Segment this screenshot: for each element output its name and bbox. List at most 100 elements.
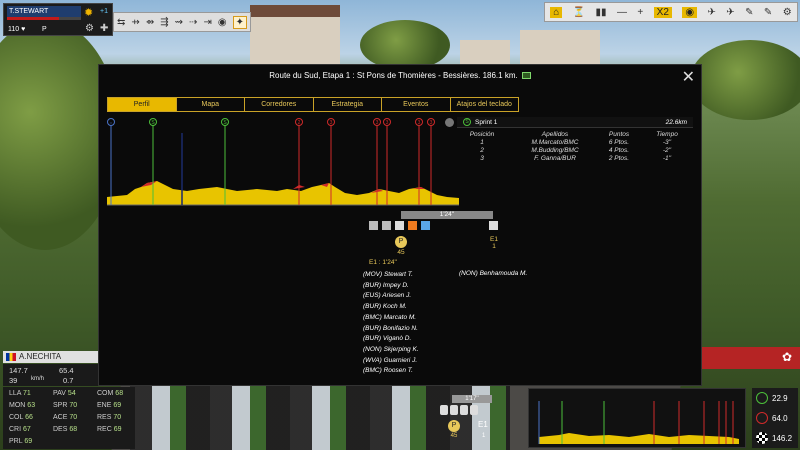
sprint-icon (756, 392, 768, 404)
order-icon[interactable]: ⇥ (203, 17, 211, 28)
jerseys (369, 221, 499, 233)
pause-button[interactable]: ▮▮ (596, 7, 607, 18)
rider-entry[interactable]: (BMC) Marcato M. (363, 313, 419, 324)
race-stat-value: 22.9 (772, 394, 788, 403)
stage-info-modal: Route du Sud, Etapa 1 : St Pons de Thomi… (98, 64, 702, 386)
attr-val: 54 (67, 390, 76, 397)
speed-unit: km/h (31, 376, 45, 382)
jersey-icon[interactable] (395, 221, 404, 230)
tab-atajos[interactable]: Atajos del teclado (450, 97, 519, 112)
rider-entry[interactable]: (BUR) Koch M. (363, 302, 419, 313)
camera-button[interactable]: ✈ (707, 7, 715, 18)
helicopter-button[interactable]: ✈ (726, 7, 734, 18)
close-icon[interactable]: ✕ (682, 67, 695, 87)
selected-rider-name[interactable]: A.NECHITA (3, 351, 99, 363)
rider-entry[interactable]: (BUR) Bonifazio N. (363, 324, 419, 335)
attr-key: RES (97, 414, 112, 421)
mini-peloton-badge[interactable]: P (448, 420, 460, 432)
tab-eventos[interactable]: Eventos (382, 97, 451, 112)
rider-entry[interactable]: (BUR) Viganò D. (363, 334, 419, 345)
sprint-cell: 2 Ptos. (608, 155, 630, 162)
eye-button[interactable]: ◉ (682, 6, 698, 18)
peloton-badge[interactable]: P (395, 236, 407, 248)
rider-entry[interactable]: (BUR) Impey D. (363, 281, 419, 292)
race-stat-value: 64.0 (772, 414, 788, 423)
stat-value: 147.7 (9, 366, 28, 375)
rider-stat-heart: 110 ♥ (8, 26, 26, 33)
tab-estrategia[interactable]: Estrategia (313, 97, 382, 112)
timer-button[interactable]: ⏳ (573, 7, 585, 18)
settings-button[interactable]: ⚙ (783, 7, 792, 18)
col-header: Apellidos (541, 131, 569, 138)
jersey-icon[interactable] (382, 221, 391, 230)
group-e1-count: 1 (492, 243, 496, 250)
group-e1[interactable]: E1 1 (487, 236, 501, 250)
race-stats: 22.9 64.0 146.2 (752, 388, 798, 448)
attr-key: PAV (53, 390, 66, 397)
sprint-panel: S Sprint 1 22.6km Posición Apellidos Pun… (445, 117, 693, 177)
sun-icon: ✹ (84, 7, 94, 19)
tab-perfil[interactable]: Perfil (107, 97, 177, 112)
jersey-icon[interactable] (369, 221, 378, 230)
rider-stats: 147.7 65.4 39 km/h 0.7 (3, 364, 99, 386)
mini-group-label[interactable]: E1 (478, 420, 488, 429)
col-header: Tiempo (656, 131, 678, 138)
mini-profile-chart (538, 401, 739, 444)
gear-icon[interactable]: ⚙ (85, 23, 94, 34)
order-icon[interactable]: ⇶ (160, 17, 168, 28)
attr-val: 68 (69, 426, 78, 433)
order-icon[interactable]: ⇸ (131, 17, 139, 28)
stat-value: 65.4 (59, 366, 74, 375)
attr-val: 70 (113, 414, 122, 421)
order-icon[interactable]: ⇝ (175, 17, 183, 28)
home-button[interactable]: ⌂ (550, 6, 563, 18)
marker-label: 2 (298, 120, 301, 126)
attr-key: LLA (9, 390, 22, 397)
rider-entry[interactable]: (WVA) Guarnieri J. (363, 356, 419, 367)
add-icon[interactable]: ✚ (100, 23, 108, 34)
group-e1-time: E1 : 1'24'' (369, 259, 397, 266)
jersey-icon[interactable] (408, 221, 417, 230)
attr-key: COL (9, 414, 24, 421)
attr-val: 71 (23, 390, 31, 397)
tab-corredores[interactable]: Corredores (245, 97, 314, 112)
rider-entry[interactable]: (EUS) Ariesen J. (363, 291, 419, 302)
edit-button[interactable]: ✎ (764, 7, 772, 18)
modal-title: Route du Sud, Etapa 1 : St Pons de Thomi… (99, 71, 701, 80)
draw-button[interactable]: ✎ (745, 7, 753, 18)
order-icon[interactable]: ⇢ (189, 17, 197, 28)
tree (690, 40, 800, 120)
climb-icon (756, 412, 768, 424)
sprint-cell: 1 (480, 139, 484, 146)
marker-label: 3 (418, 120, 421, 126)
attr-key: REC (97, 426, 112, 433)
speed-x2-button[interactable]: X2 (653, 6, 672, 18)
faster-button[interactable]: + (637, 7, 643, 18)
order-icon[interactable]: ◉ (218, 17, 227, 28)
rider-entry[interactable]: (BMC) Roosen T. (363, 366, 419, 377)
order-icon[interactable]: ⇴ (146, 17, 154, 28)
group-e1-label: E1 (490, 236, 498, 243)
sprint-name: Sprint 1 (475, 119, 498, 126)
mini-peloton-count: 45 (450, 433, 458, 439)
team-icon: ✿ (782, 350, 793, 364)
sprint-badge-icon: S (463, 118, 471, 126)
order-icon-active[interactable]: ✦ (232, 15, 247, 29)
rider-entry[interactable]: (MOV) Stewart T. (363, 270, 419, 281)
jersey-icon[interactable] (489, 221, 498, 230)
mini-profile[interactable] (528, 388, 746, 448)
attr-val: 68 (115, 390, 124, 397)
slower-button[interactable]: — (617, 7, 627, 18)
jersey-icon[interactable] (421, 221, 430, 230)
order-icon[interactable]: ⇆ (117, 17, 125, 28)
rider-entry[interactable]: (NON) Skjerping K. (363, 345, 419, 356)
screen-icon[interactable] (521, 72, 531, 80)
attr-key: PRL (9, 438, 23, 445)
marker-label: 3 (376, 120, 379, 126)
rider-card[interactable]: T.STEWART 110 ♥ P ✹ +1 ⚙ ✚ (3, 3, 113, 36)
sprint-cell: M.Marcato/BMC (531, 139, 579, 146)
tab-mapa[interactable]: Mapa (176, 97, 245, 112)
stage-profile[interactable]: ○ S S 2 3 3 3 3 3 (107, 117, 459, 209)
info-icon[interactable] (445, 118, 454, 127)
rider-entry[interactable]: (NON) Benhamouda M. (459, 270, 527, 277)
